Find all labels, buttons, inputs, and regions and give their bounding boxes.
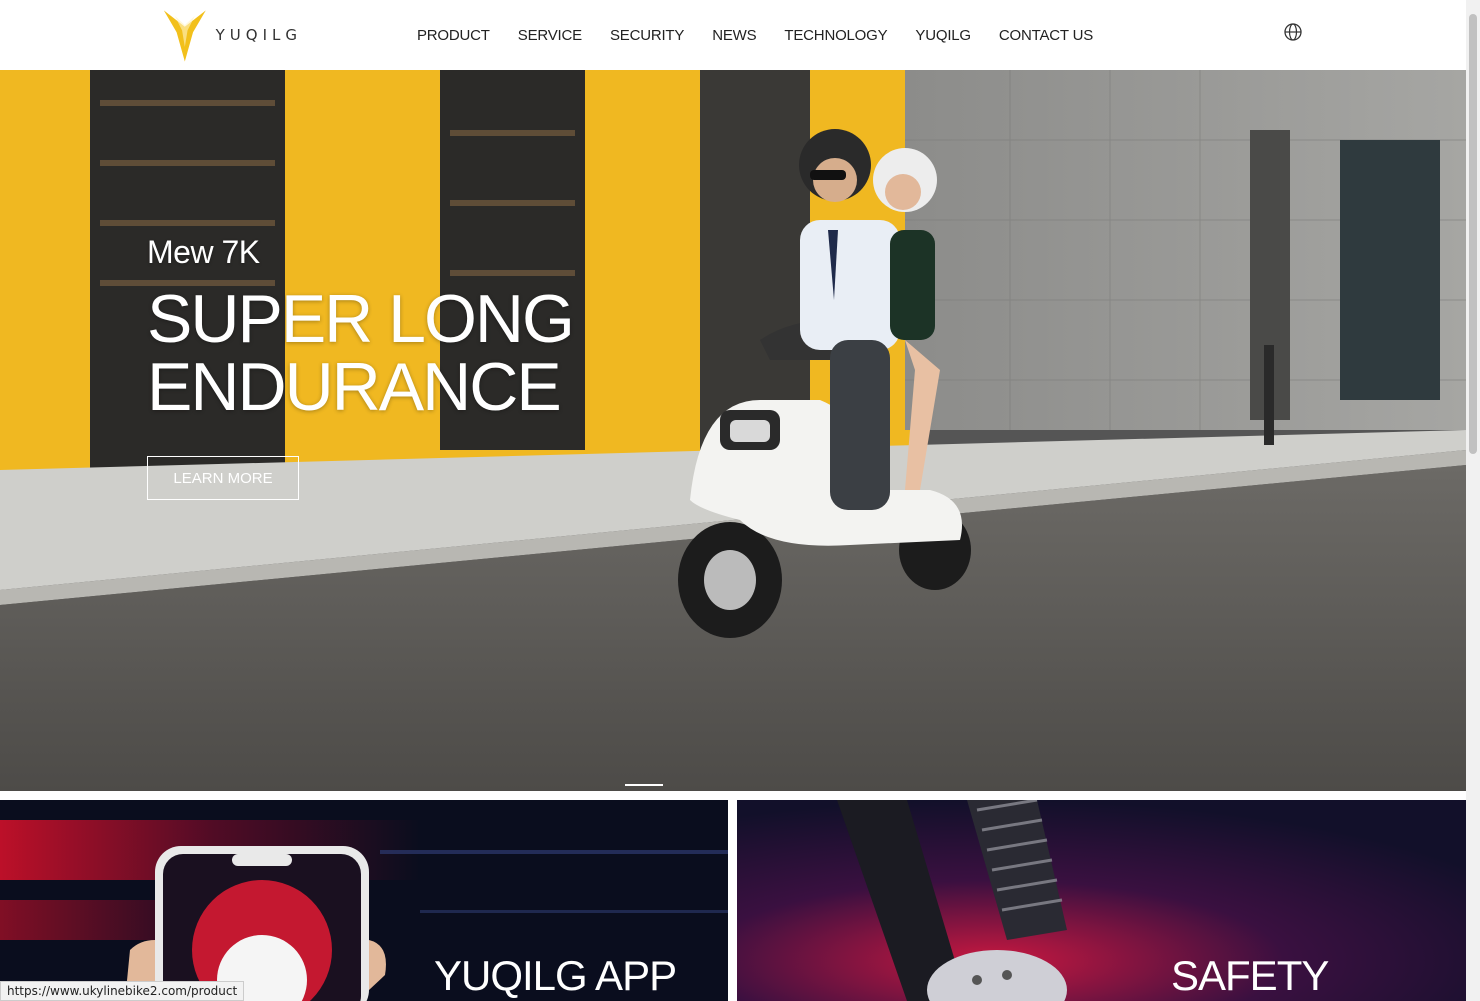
page-scrollbar[interactable] xyxy=(1466,0,1480,1001)
nav-contact-us[interactable]: CONTACT US xyxy=(999,27,1093,44)
nav-news[interactable]: NEWS xyxy=(712,27,756,44)
carousel-dot-1[interactable] xyxy=(625,784,663,786)
safety-card-title: SAFETY xyxy=(1171,952,1329,999)
app-card[interactable]: YUQILG APP xyxy=(0,800,728,1001)
hero-image xyxy=(0,70,1466,791)
nav-security[interactable]: SECURITY xyxy=(610,27,684,44)
nav-yuqilg[interactable]: YUQILG xyxy=(915,27,971,44)
globe-icon[interactable] xyxy=(1283,22,1303,42)
hero-title-line-2: ENDURANCE xyxy=(147,349,562,425)
nav-technology[interactable]: TECHNOLOGY xyxy=(784,27,887,44)
site-header: YUQILG PRODUCT SERVICE SECURITY NEWS TEC… xyxy=(0,0,1466,70)
hero-title: SUPER LONG ENDURANCE xyxy=(147,281,575,425)
safety-card-image xyxy=(737,800,1466,1001)
main-nav: PRODUCT SERVICE SECURITY NEWS TECHNOLOGY… xyxy=(403,0,1107,70)
nav-product[interactable]: PRODUCT xyxy=(417,27,490,44)
logo-text: YUQILG xyxy=(215,26,302,44)
hero-text: Mew 7K SUPER LONG ENDURANCE xyxy=(147,234,575,425)
scrollbar-thumb[interactable] xyxy=(1469,14,1477,454)
hero-title-line-1: SUPER LONG xyxy=(147,281,575,357)
logo-icon xyxy=(163,10,206,62)
page: YUQILG PRODUCT SERVICE SECURITY NEWS TEC… xyxy=(0,0,1480,1001)
hero-subtitle: Mew 7K xyxy=(147,234,260,270)
safety-card[interactable]: SAFETY xyxy=(737,800,1466,1001)
logo[interactable]: YUQILG xyxy=(162,4,302,66)
status-bar-url: https://www.ukylinebike2.com/product xyxy=(0,981,245,1001)
hero-banner: Mew 7K SUPER LONG ENDURANCE LEARN MORE xyxy=(0,70,1466,791)
carousel-dots xyxy=(625,784,663,786)
learn-more-button[interactable]: LEARN MORE xyxy=(147,456,299,500)
app-card-title: YUQILG APP xyxy=(434,952,677,999)
nav-service[interactable]: SERVICE xyxy=(518,27,582,44)
